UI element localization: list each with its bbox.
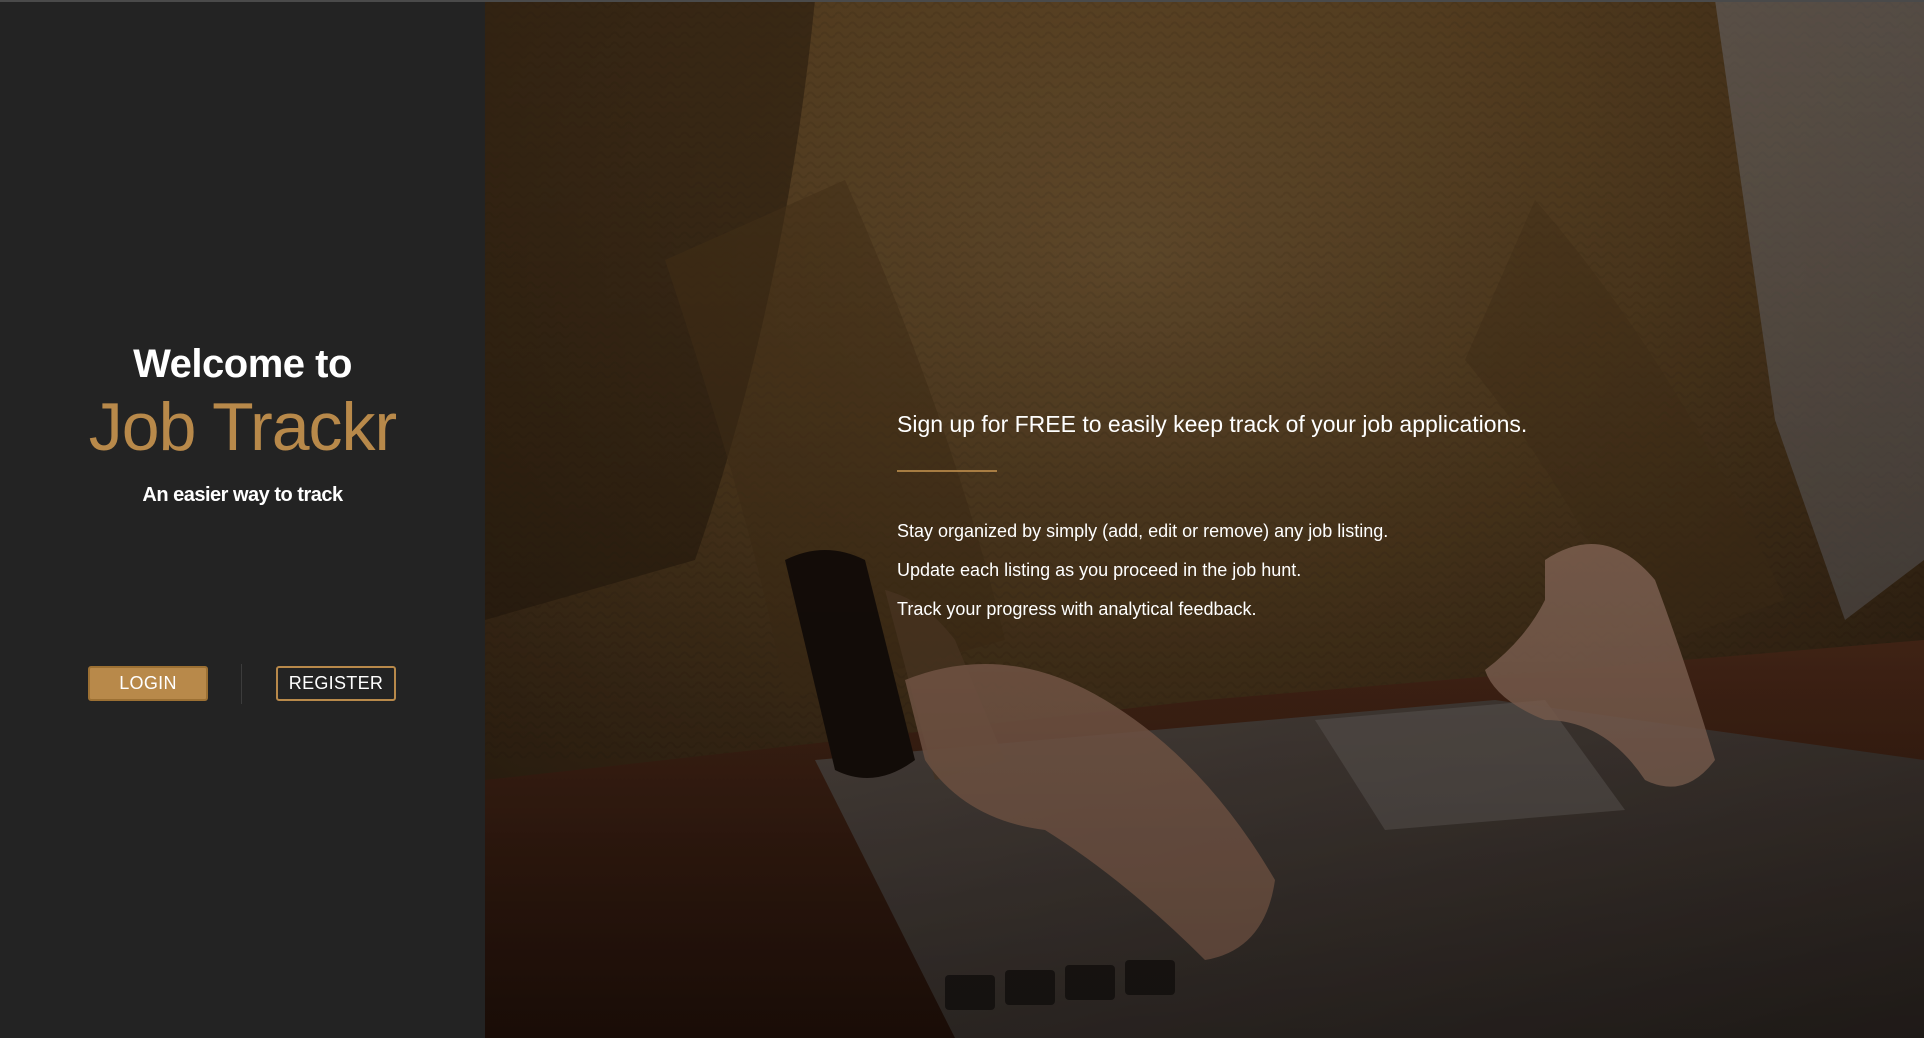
welcome-block: Welcome to Job Trackr An easier way to t… [0,338,485,507]
feature-item: Update each listing as you proceed in th… [897,560,1302,580]
feature-item: Track your progress with analytical feed… [897,599,1257,619]
feature-item: Stay organized by simply (add, edit or r… [897,521,1389,541]
app-root: Welcome to Job Trackr An easier way to t… [0,0,1924,1038]
hero-divider [897,470,997,472]
auth-buttons: LOGIN REGISTER [0,664,485,704]
auth-divider [241,664,242,704]
register-button[interactable]: REGISTER [276,666,396,701]
tagline: An easier way to track [142,484,343,506]
hero-content: Sign up for FREE to easily keep track of… [897,406,1797,629]
login-button[interactable]: LOGIN [88,666,208,701]
top-border [0,0,1924,2]
brand-title: Job Trackr [88,389,397,465]
welcome-heading: Welcome to [133,342,352,386]
hero-section: Sign up for FREE to easily keep track of… [485,0,1924,1038]
welcome-panel: Welcome to Job Trackr An easier way to t… [0,0,485,1038]
hero-headline: Sign up for FREE to easily keep track of… [897,411,1528,437]
